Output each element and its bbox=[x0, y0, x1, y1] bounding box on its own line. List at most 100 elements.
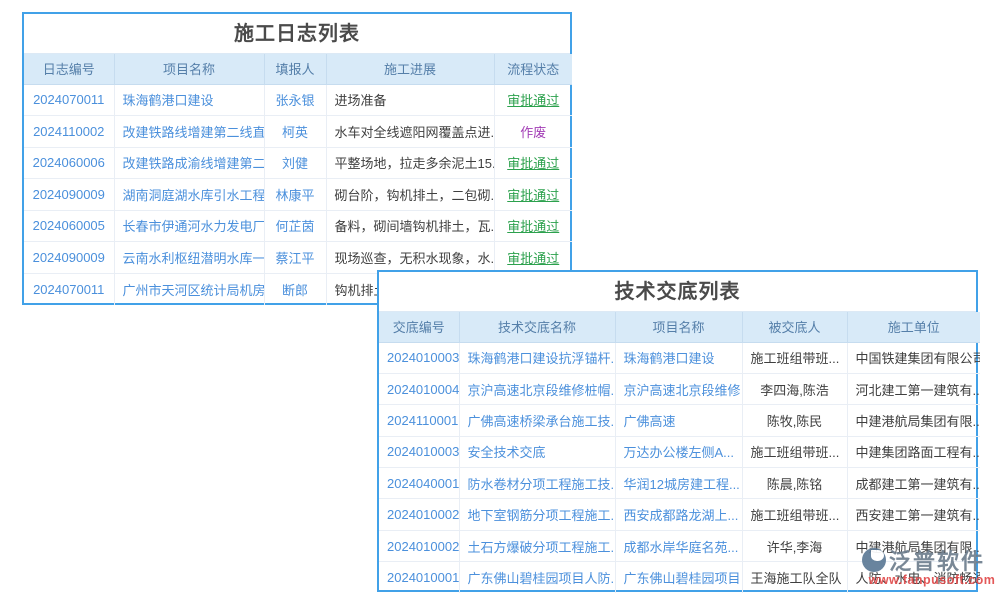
column-header: 施工单位 bbox=[847, 312, 980, 342]
project-cell[interactable]: 珠海鹤港口建设 bbox=[114, 84, 264, 116]
project-cell[interactable]: 广佛高速 bbox=[615, 405, 742, 436]
recipients-cell: 许华,李海 bbox=[742, 530, 847, 561]
status-cell[interactable]: 审批通过 bbox=[494, 147, 572, 179]
progress-cell: 水车对全线遮阳网覆盖点进... bbox=[326, 116, 494, 148]
project-cell[interactable]: 云南水利枢纽潜明水库一... bbox=[114, 242, 264, 274]
project-cell[interactable]: 京沪高速北京段维修 bbox=[615, 373, 742, 404]
reporter-cell[interactable]: 张永银 bbox=[264, 84, 326, 116]
fanpu-logo-icon bbox=[862, 548, 886, 572]
table-row: 2024090009云南水利枢纽潜明水库一...蔡江平现场巡查，无积水现象，水.… bbox=[24, 242, 572, 274]
status-cell[interactable]: 审批通过 bbox=[494, 242, 572, 274]
id-cell[interactable]: 2024010001 bbox=[379, 562, 459, 593]
reporter-cell[interactable]: 林康平 bbox=[264, 179, 326, 211]
progress-cell: 备料，砌间墙钩机排土，瓦... bbox=[326, 210, 494, 242]
progress-cell: 进场准备 bbox=[326, 84, 494, 116]
column-header: 项目名称 bbox=[615, 312, 742, 342]
column-header: 流程状态 bbox=[494, 54, 572, 84]
unit-cell: 河北建工第一建筑有... bbox=[847, 373, 980, 404]
table-row: 2024010004京沪高速北京段维修桩帽...京沪高速北京段维修李四海,陈浩河… bbox=[379, 373, 980, 404]
construction-log-table: 日志编号项目名称填报人施工进展流程状态 2024070011珠海鹤港口建设张永银… bbox=[24, 54, 572, 305]
name-cell[interactable]: 京沪高速北京段维修桩帽... bbox=[459, 373, 615, 404]
status-cell[interactable]: 审批通过 bbox=[494, 210, 572, 242]
id-cell[interactable]: 2024010004 bbox=[379, 373, 459, 404]
recipients-cell: 陈晨,陈铭 bbox=[742, 468, 847, 499]
progress-cell: 现场巡查，无积水现象，水... bbox=[326, 242, 494, 274]
table-row: 2024060005长春市伊通河水力发电厂...何芷茵备料，砌间墙钩机排土，瓦.… bbox=[24, 210, 572, 242]
id-cell[interactable]: 2024090009 bbox=[24, 179, 114, 211]
progress-cell: 平整场地，拉走多余泥土15... bbox=[326, 147, 494, 179]
status-cell[interactable]: 审批通过 bbox=[494, 179, 572, 211]
tech-disclosure-title: 技术交底列表 bbox=[379, 272, 976, 312]
column-header: 日志编号 bbox=[24, 54, 114, 84]
id-cell[interactable]: 2024010002 bbox=[379, 499, 459, 530]
id-cell[interactable]: 2024110001 bbox=[379, 405, 459, 436]
recipients-cell: 李四海,陈浩 bbox=[742, 373, 847, 404]
table-row: 2024070011珠海鹤港口建设张永银进场准备审批通过 bbox=[24, 84, 572, 116]
table-row: 2024010003珠海鹤港口建设抗浮锚杆...珠海鹤港口建设施工班组带班...… bbox=[379, 342, 980, 373]
project-cell[interactable]: 湖南洞庭湖水库引水工程... bbox=[114, 179, 264, 211]
table-row: 2024010002地下室钢筋分项工程施工...西安成都路龙湖上...施工班组带… bbox=[379, 499, 980, 530]
id-cell[interactable]: 2024010003 bbox=[379, 436, 459, 467]
reporter-cell[interactable]: 断郎 bbox=[264, 273, 326, 305]
name-cell[interactable]: 土石方爆破分项工程施工... bbox=[459, 530, 615, 561]
column-header: 填报人 bbox=[264, 54, 326, 84]
column-header: 技术交底名称 bbox=[459, 312, 615, 342]
project-cell[interactable]: 华润12城房建工程... bbox=[615, 468, 742, 499]
name-cell[interactable]: 防水卷材分项工程施工技... bbox=[459, 468, 615, 499]
name-cell[interactable]: 珠海鹤港口建设抗浮锚杆... bbox=[459, 342, 615, 373]
table-row: 2024040001防水卷材分项工程施工技...华润12城房建工程...陈晨,陈… bbox=[379, 468, 980, 499]
project-cell[interactable]: 改建铁路成渝线增建第二... bbox=[114, 147, 264, 179]
project-cell[interactable]: 万达办公楼左侧A... bbox=[615, 436, 742, 467]
reporter-cell[interactable]: 刘健 bbox=[264, 147, 326, 179]
id-cell[interactable]: 2024070011 bbox=[24, 84, 114, 116]
name-cell[interactable]: 广佛高速桥梁承台施工技... bbox=[459, 405, 615, 436]
id-cell[interactable]: 2024060005 bbox=[24, 210, 114, 242]
watermark: 泛普软件 www.fanpusoft.com bbox=[862, 544, 1000, 587]
id-cell[interactable]: 2024010002 bbox=[379, 530, 459, 561]
recipients-cell: 王海施工队全队 bbox=[742, 562, 847, 593]
construction-log-title: 施工日志列表 bbox=[24, 14, 570, 54]
name-cell[interactable]: 广东佛山碧桂园项目人防... bbox=[459, 562, 615, 593]
status-cell[interactable]: 作废 bbox=[494, 116, 572, 148]
table-row: 2024110001广佛高速桥梁承台施工技...广佛高速陈牧,陈民中建港航局集团… bbox=[379, 405, 980, 436]
id-cell[interactable]: 2024040001 bbox=[379, 468, 459, 499]
table-row: 2024090009湖南洞庭湖水库引水工程...林康平砌台阶，钩机排土，二包砌.… bbox=[24, 179, 572, 211]
status-cell[interactable]: 审批通过 bbox=[494, 84, 572, 116]
id-cell[interactable]: 2024060006 bbox=[24, 147, 114, 179]
progress-cell: 砌台阶，钩机排土，二包砌... bbox=[326, 179, 494, 211]
construction-log-panel: 施工日志列表 日志编号项目名称填报人施工进展流程状态 2024070011珠海鹤… bbox=[22, 12, 572, 305]
table-row: 2024110002改建铁路线增建第二线直...柯英水车对全线遮阳网覆盖点进..… bbox=[24, 116, 572, 148]
name-cell[interactable]: 地下室钢筋分项工程施工... bbox=[459, 499, 615, 530]
project-cell[interactable]: 西安成都路龙湖上... bbox=[615, 499, 742, 530]
column-header: 被交底人 bbox=[742, 312, 847, 342]
project-cell[interactable]: 广东佛山碧桂园项目 bbox=[615, 562, 742, 593]
project-cell[interactable]: 成都水岸华庭名苑... bbox=[615, 530, 742, 561]
recipients-cell: 施工班组带班... bbox=[742, 499, 847, 530]
recipients-cell: 陈牧,陈民 bbox=[742, 405, 847, 436]
reporter-cell[interactable]: 柯英 bbox=[264, 116, 326, 148]
header-row: 日志编号项目名称填报人施工进展流程状态 bbox=[24, 54, 572, 84]
project-cell[interactable]: 改建铁路线增建第二线直... bbox=[114, 116, 264, 148]
reporter-cell[interactable]: 何芷茵 bbox=[264, 210, 326, 242]
unit-cell: 中国铁建集团有限公司 bbox=[847, 342, 980, 373]
column-header: 施工进展 bbox=[326, 54, 494, 84]
id-cell[interactable]: 2024110002 bbox=[24, 116, 114, 148]
table-row: 2024010003安全技术交底万达办公楼左侧A...施工班组带班...中建集团… bbox=[379, 436, 980, 467]
column-header: 项目名称 bbox=[114, 54, 264, 84]
unit-cell: 中建集团路面工程有... bbox=[847, 436, 980, 467]
name-cell[interactable]: 安全技术交底 bbox=[459, 436, 615, 467]
project-cell[interactable]: 珠海鹤港口建设 bbox=[615, 342, 742, 373]
id-cell[interactable]: 2024070011 bbox=[24, 273, 114, 305]
id-cell[interactable]: 2024010003 bbox=[379, 342, 459, 373]
watermark-brand: 泛普软件 bbox=[889, 544, 985, 576]
column-header: 交底编号 bbox=[379, 312, 459, 342]
reporter-cell[interactable]: 蔡江平 bbox=[264, 242, 326, 274]
watermark-url: www.fanpusoft.com bbox=[862, 573, 1000, 587]
project-cell[interactable]: 广州市天河区统计局机房... bbox=[114, 273, 264, 305]
page: { "log_table": { "title": "施工日志列表", "col… bbox=[0, 0, 1000, 600]
table-row: 2024060006改建铁路成渝线增建第二...刘健平整场地，拉走多余泥土15.… bbox=[24, 147, 572, 179]
recipients-cell: 施工班组带班... bbox=[742, 436, 847, 467]
project-cell[interactable]: 长春市伊通河水力发电厂... bbox=[114, 210, 264, 242]
id-cell[interactable]: 2024090009 bbox=[24, 242, 114, 274]
header-row: 交底编号技术交底名称项目名称被交底人施工单位 bbox=[379, 312, 980, 342]
